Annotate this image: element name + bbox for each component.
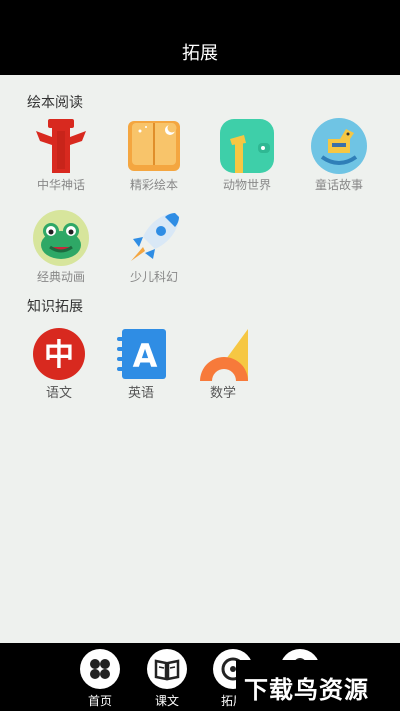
app-fairy-tales[interactable]: 童话故事 xyxy=(299,117,379,193)
app-chinese[interactable]: 中 语文 xyxy=(19,327,99,401)
app-kids-sci-fi[interactable]: 少儿科幻 xyxy=(114,209,194,285)
home-grid-icon xyxy=(80,649,120,689)
app-math[interactable]: 数学 xyxy=(183,327,263,401)
app-label: 精彩绘本 xyxy=(129,178,178,192)
english-notebook-icon: A xyxy=(114,327,168,381)
app-label: 童话故事 xyxy=(314,178,363,192)
app-label: 少儿科幻 xyxy=(129,270,178,284)
app-label: 动物世界 xyxy=(222,178,271,192)
book-icon xyxy=(147,649,187,689)
chinese-char-icon: 中 xyxy=(32,327,86,381)
app-animal-world[interactable]: 动物世界 xyxy=(207,117,287,193)
app-label: 语文 xyxy=(45,386,72,401)
app-label: 中华神话 xyxy=(36,178,85,192)
app-picture-books[interactable]: 精彩绘本 xyxy=(114,117,194,193)
chinese-pillar-icon xyxy=(32,117,90,175)
section-title-picture-books: 绘本阅读 xyxy=(27,95,83,111)
frog-icon xyxy=(32,209,90,267)
rocking-horse-icon xyxy=(310,117,368,175)
app-label: 英语 xyxy=(127,386,154,401)
app-label: 数学 xyxy=(209,386,236,401)
tab-label: 首页 xyxy=(87,694,112,708)
watermark-text: 下载鸟资源 xyxy=(244,676,369,704)
watermark: 下载鸟资源 xyxy=(236,660,400,711)
app-label: 经典动画 xyxy=(36,270,85,284)
protractor-ruler-icon xyxy=(196,327,250,381)
tab-texts[interactable]: 课文 xyxy=(137,649,197,709)
giraffe-icon xyxy=(218,117,276,175)
tab-home[interactable]: 首页 xyxy=(70,649,130,709)
top-bar: 拓展 xyxy=(0,0,400,75)
app-english[interactable]: A 英语 xyxy=(101,327,181,401)
page-title: 拓展 xyxy=(182,43,218,64)
english-glyph: A xyxy=(133,337,158,375)
section-title-knowledge: 知识拓展 xyxy=(27,299,83,315)
app-classic-animation[interactable]: 经典动画 xyxy=(21,209,101,285)
app-chinese-mythology[interactable]: 中华神话 xyxy=(21,117,101,193)
tab-label: 课文 xyxy=(154,694,179,708)
picture-book-icon xyxy=(125,117,183,175)
chinese-glyph: 中 xyxy=(44,338,74,373)
rocket-icon xyxy=(125,209,183,267)
